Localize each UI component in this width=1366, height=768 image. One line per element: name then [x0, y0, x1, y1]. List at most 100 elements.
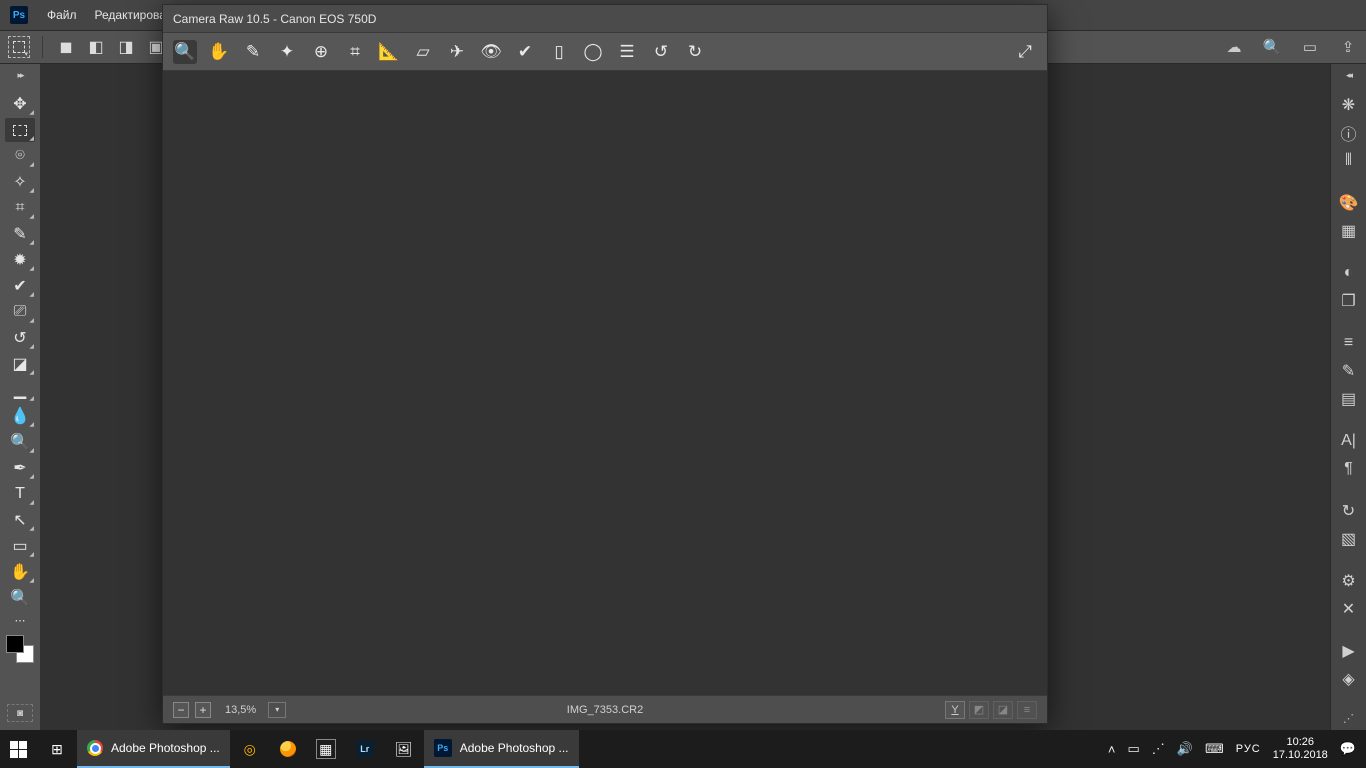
move-tool[interactable]: ✥◢	[5, 92, 35, 116]
quick-select-tool[interactable]: ✧◢	[5, 170, 35, 194]
tray-wifi-icon[interactable]: ⋰	[1152, 741, 1165, 757]
gradient-tool[interactable]: ▁◢	[5, 378, 35, 402]
more-tools-icon[interactable]: ⋯	[5, 612, 35, 628]
camera-raw-preview-area[interactable]	[163, 71, 1047, 695]
panel-icon-3[interactable]: ▤	[1335, 387, 1363, 411]
taskbar-app-photos[interactable]: 🖼	[384, 730, 424, 768]
eraser-tool[interactable]: ◪◢	[5, 352, 35, 376]
rectangular-marquee-tool[interactable]: ◢	[5, 118, 35, 142]
dock-resize-handle[interactable]: ⋰	[1335, 712, 1363, 726]
tray-overflow-icon[interactable]: ˄	[1108, 742, 1116, 757]
tools-panel-icon[interactable]: ✕	[1335, 597, 1363, 621]
taskbar-app-firefox[interactable]	[270, 730, 306, 768]
tray-clock[interactable]: 10:26 17.10.2018	[1273, 736, 1328, 762]
cr-rotate-ccw-icon[interactable]: ↺	[649, 40, 673, 64]
character-panel-icon[interactable]: A|	[1335, 429, 1363, 453]
channels-panel-icon[interactable]: ◈	[1335, 667, 1363, 691]
cr-preferences-icon[interactable]: ☰	[615, 40, 639, 64]
paragraph-panel-icon[interactable]: ¶	[1335, 457, 1363, 481]
cr-zoom-out-button[interactable]: −	[173, 702, 189, 718]
active-tool-preset[interactable]: ▾	[8, 36, 30, 58]
color-panel-icon[interactable]: ❋	[1335, 93, 1363, 117]
tray-volume-icon[interactable]: 🔊	[1177, 741, 1193, 757]
cr-before-after-button[interactable]: Y	[945, 701, 965, 719]
search-icon[interactable]: 🔍	[1260, 35, 1284, 59]
shape-tool[interactable]: ▭◢	[5, 534, 35, 558]
brush-tool[interactable]: ✔◢	[5, 274, 35, 298]
cr-crop-tool[interactable]: ⌗	[343, 40, 367, 64]
cr-hand-tool[interactable]: ✋	[207, 40, 231, 64]
selection-new-icon[interactable]: ◼	[55, 36, 77, 58]
taskbar-app-chrome[interactable]: Adobe Photoshop ...	[77, 730, 230, 768]
start-button[interactable]	[0, 730, 37, 768]
cr-graduated-filter-tool[interactable]: ▯	[547, 40, 571, 64]
expand-toolbox-icon[interactable]: ▸▸	[17, 70, 22, 81]
taskbar-app-photoshop[interactable]: Ps Adobe Photoshop ...	[424, 730, 579, 768]
cr-rotate-cw-icon[interactable]: ↻	[683, 40, 707, 64]
cr-straighten-tool[interactable]: 📐	[377, 40, 401, 64]
crop-tool[interactable]: ⌗◢	[5, 196, 35, 220]
cr-zoom-dropdown[interactable]: ▾	[268, 702, 286, 718]
cr-spot-removal-tool[interactable]: ✈	[445, 40, 469, 64]
taskbar-app-avast[interactable]: ◎	[230, 730, 270, 768]
cr-radial-filter-tool[interactable]: ◯	[581, 40, 605, 64]
styles-panel-icon[interactable]: ▦	[1335, 219, 1363, 243]
eyedropper-tool[interactable]: ✎◢	[5, 222, 35, 246]
layers-panel-icon[interactable]: ❐	[1335, 289, 1363, 313]
3d-panel-icon[interactable]: ↻	[1335, 499, 1363, 523]
healing-brush-tool[interactable]: ✹◢	[5, 248, 35, 272]
tray-language[interactable]: РУС	[1236, 743, 1261, 755]
info-panel-icon[interactable]: ⓘ	[1335, 121, 1363, 145]
blur-tool[interactable]: 💧◢	[5, 404, 35, 428]
menu-file[interactable]: Файл	[38, 0, 86, 30]
type-tool[interactable]: T◢	[5, 482, 35, 506]
cloud-icon[interactable]: ☁	[1222, 35, 1246, 59]
windows-logo-icon	[10, 741, 27, 758]
tray-battery-icon[interactable]: ▭	[1127, 741, 1139, 757]
cr-zoom-in-button[interactable]: +	[195, 702, 211, 718]
tray-keyboard-icon[interactable]: ⌨	[1205, 741, 1224, 757]
properties-panel-icon[interactable]: ⚙	[1335, 569, 1363, 593]
taskbar-app-lightroom[interactable]: Lr	[346, 730, 384, 768]
cr-shadow-clip-button[interactable]: ◩	[969, 701, 989, 719]
histogram-panel-icon[interactable]: ⫴	[1335, 149, 1363, 173]
color-swatches[interactable]	[6, 635, 34, 663]
share-icon[interactable]: ⇪	[1336, 35, 1360, 59]
camera-raw-titlebar[interactable]: Camera Raw 10.5 - Canon EOS 750D	[163, 5, 1047, 33]
chevron-down-icon: ▾	[24, 50, 28, 58]
dodge-tool[interactable]: 🔍◢	[5, 430, 35, 454]
cr-adjustment-brush-tool[interactable]: ✔	[513, 40, 537, 64]
actions-panel-icon[interactable]: ▶	[1335, 639, 1363, 663]
path-select-tool[interactable]: ↖◢	[5, 508, 35, 532]
adjust-panel-icon[interactable]: ◐	[1335, 261, 1363, 285]
clone-stamp-tool[interactable]: ⎚◢	[5, 300, 35, 324]
selection-subtract-icon[interactable]: ◨	[115, 36, 137, 58]
expand-dock-icon[interactable]: ◂◂	[1346, 70, 1351, 81]
navigator-panel-icon[interactable]: ▧	[1335, 527, 1363, 551]
lasso-tool[interactable]: ⌾◢	[5, 144, 35, 168]
cr-zoom-tool[interactable]: 🔍	[173, 40, 197, 64]
tray-notifications-icon[interactable]: 💬	[1340, 741, 1356, 757]
cr-transform-tool[interactable]: ▱	[411, 40, 435, 64]
selection-add-icon[interactable]: ◧	[85, 36, 107, 58]
panel-icon-1[interactable]: ≡	[1335, 331, 1363, 355]
cr-redeye-tool[interactable]: 👁	[479, 40, 503, 64]
panel-icon-2[interactable]: ✎	[1335, 359, 1363, 383]
task-view-button[interactable]: ⊞	[37, 730, 77, 768]
quick-mask-icon[interactable]: ◙	[7, 704, 33, 722]
swatches-panel-icon[interactable]: 🎨	[1335, 191, 1363, 215]
cr-fullscreen-icon[interactable]: ⤢	[1013, 40, 1037, 64]
cr-color-sampler-tool[interactable]: ✦	[275, 40, 299, 64]
cr-target-adjust-tool[interactable]: ⊕	[309, 40, 333, 64]
taskbar-app-calculator[interactable]: ▦	[306, 730, 346, 768]
cr-white-balance-tool[interactable]: ✎	[241, 40, 265, 64]
cr-settings-button[interactable]: ≡	[1017, 701, 1037, 719]
pen-tool[interactable]: ✒◢	[5, 456, 35, 480]
zoom-tool[interactable]: 🔍	[5, 586, 35, 610]
cr-highlight-clip-button[interactable]: ◪	[993, 701, 1013, 719]
foreground-color-swatch[interactable]	[6, 635, 24, 653]
workspace-switcher-icon[interactable]: ▭	[1298, 35, 1322, 59]
history-brush-tool[interactable]: ↺◢	[5, 326, 35, 350]
hand-tool[interactable]: ✋◢	[5, 560, 35, 584]
photoshop-icon: Ps	[434, 739, 452, 757]
